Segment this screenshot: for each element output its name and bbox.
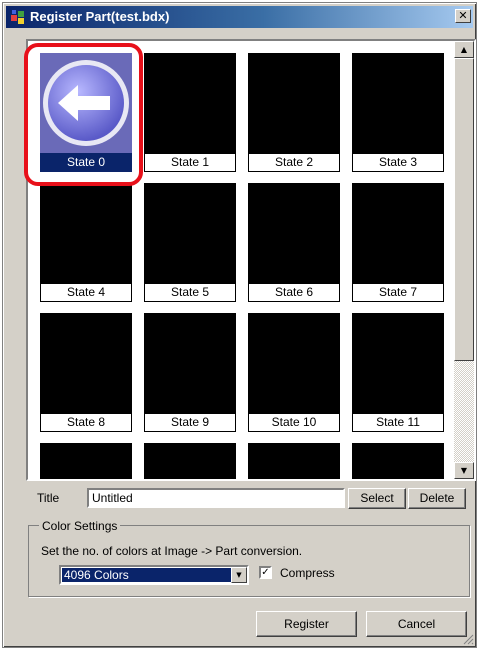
state-thumbnail	[144, 443, 236, 479]
state-thumbnail	[248, 183, 340, 283]
title-input[interactable]: Untitled	[87, 488, 345, 508]
title-bar[interactable]: Register Part(test.bdx) ✕	[6, 6, 473, 28]
state-label: State 3	[352, 153, 444, 172]
state-thumbnail	[352, 53, 444, 153]
state-thumbnail	[248, 53, 340, 153]
close-icon: ✕	[458, 9, 468, 22]
scrollbar-thumb[interactable]	[454, 58, 474, 361]
state-cell[interactable]: State 3	[352, 53, 444, 173]
compress-label[interactable]: Compress	[280, 566, 335, 580]
state-label: State 8	[40, 413, 132, 432]
scroll-up-button[interactable]: ▲	[454, 41, 474, 58]
parts-grid-frame: State 0 State 1 State 2 State 3 State 4 State…	[26, 39, 476, 481]
state-label: State 10	[248, 413, 340, 432]
cancel-button[interactable]: Cancel	[366, 611, 467, 637]
delete-button[interactable]: Delete	[408, 488, 466, 509]
chevron-down-icon: ▼	[236, 571, 242, 579]
state-cell[interactable]	[40, 443, 132, 479]
state-cell[interactable]	[352, 443, 444, 479]
state-cell[interactable]: State 0	[40, 53, 132, 173]
arrow-up-icon: ▲	[460, 45, 468, 54]
state-thumbnail	[144, 313, 236, 413]
state-thumbnail	[352, 443, 444, 479]
state-thumbnail	[352, 183, 444, 283]
state-cell[interactable]: State 9	[144, 313, 236, 433]
state-label: State 0	[40, 153, 132, 172]
state-thumbnail	[248, 443, 340, 479]
register-part-dialog: Register Part(test.bdx) ✕ State 0 State 1…	[2, 2, 477, 648]
vertical-scrollbar[interactable]: ▲ ▼	[454, 41, 474, 479]
parts-grid: State 0 State 1 State 2 State 3 State 4 State…	[28, 41, 457, 479]
state-cell[interactable]: State 10	[248, 313, 340, 433]
left-arrow-circle-icon	[43, 60, 129, 146]
state-cell[interactable]: State 11	[352, 313, 444, 433]
title-label: Title	[37, 491, 60, 505]
state-cell[interactable]: State 2	[248, 53, 340, 173]
state-cell[interactable]: State 1	[144, 53, 236, 173]
color-count-value: 4096 Colors	[62, 568, 232, 582]
state-label: State 7	[352, 283, 444, 302]
state-cell[interactable]	[248, 443, 340, 479]
register-button[interactable]: Register	[256, 611, 357, 637]
compress-checkbox[interactable]: ✓	[259, 566, 272, 579]
state-label: State 9	[144, 413, 236, 432]
state-label: State 11	[352, 413, 444, 432]
color-settings-description: Set the no. of colors at Image -> Part c…	[41, 544, 303, 558]
parts-app-icon	[11, 10, 24, 24]
scroll-down-button[interactable]: ▼	[454, 462, 474, 479]
state-cell[interactable]: State 4	[40, 183, 132, 303]
state-label: State 5	[144, 283, 236, 302]
state-cell[interactable]: State 8	[40, 313, 132, 433]
state-thumbnail	[144, 183, 236, 283]
state-thumbnail	[352, 313, 444, 413]
state-thumbnail	[40, 183, 132, 283]
dropdown-arrow-button[interactable]: ▼	[231, 567, 247, 583]
color-count-select[interactable]: 4096 Colors ▼	[59, 565, 249, 585]
state-label: State 6	[248, 283, 340, 302]
close-button[interactable]: ✕	[455, 9, 471, 23]
state-label: State 1	[144, 153, 236, 172]
state-cell[interactable]: State 7	[352, 183, 444, 303]
color-settings-group	[28, 525, 470, 597]
checkmark-icon: ✓	[261, 567, 270, 578]
state-label: State 4	[40, 283, 132, 302]
arrow-down-icon: ▼	[460, 466, 468, 475]
state-thumbnail	[248, 313, 340, 413]
select-button[interactable]: Select	[348, 488, 406, 509]
state-thumbnail	[40, 53, 132, 153]
state-thumbnail	[144, 53, 236, 153]
state-thumbnail	[40, 313, 132, 413]
state-thumbnail	[40, 443, 132, 479]
state-cell[interactable]: State 5	[144, 183, 236, 303]
resize-grip-icon[interactable]	[462, 633, 474, 645]
state-cell[interactable]	[144, 443, 236, 479]
state-cell[interactable]: State 6	[248, 183, 340, 303]
window-title: Register Part(test.bdx)	[30, 9, 170, 24]
color-settings-legend: Color Settings	[39, 519, 121, 533]
state-label: State 2	[248, 153, 340, 172]
